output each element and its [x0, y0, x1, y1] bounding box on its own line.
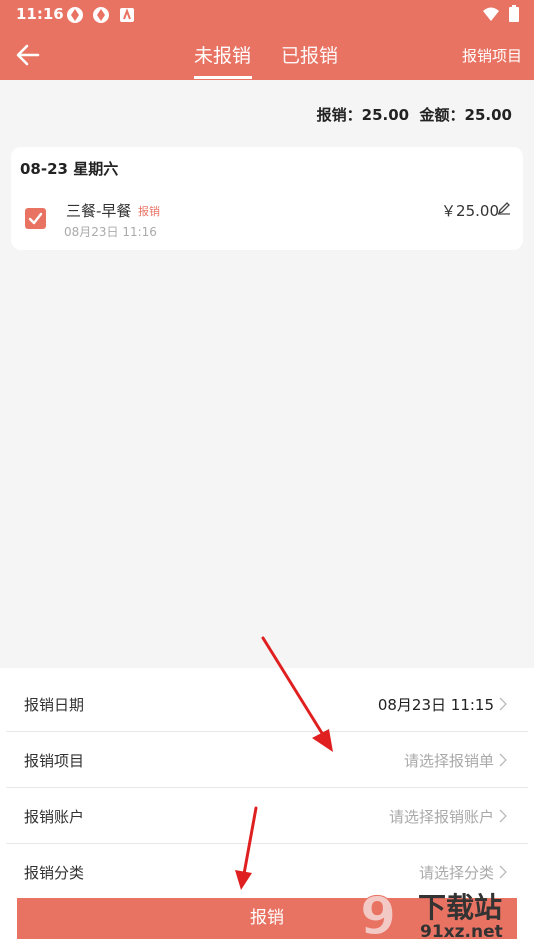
form-row-label: 报销分类 — [24, 864, 85, 882]
chevron-right-icon — [499, 809, 507, 823]
svg-text:9: 9 — [360, 887, 396, 942]
watermark-logo-icon: 9 — [360, 887, 397, 943]
android-icon — [120, 8, 134, 22]
arrow-left-icon[interactable] — [14, 42, 42, 68]
record-checkbox[interactable] — [25, 208, 46, 229]
reimbursement-project-button[interactable]: 报销项目 — [462, 45, 522, 66]
record-name[interactable]: 三餐-早餐 — [66, 200, 131, 221]
status-time: 11:16 — [16, 5, 64, 23]
battery-icon — [509, 5, 519, 22]
tab-unreimbursed[interactable]: 未报销 — [194, 41, 251, 68]
record-tag: 报销 — [138, 205, 160, 218]
group-date: 08-23 星期六 — [20, 160, 119, 178]
status-bar: 11:16 — [0, 0, 534, 30]
chevron-right-icon — [499, 865, 507, 879]
app-bar: 未报销 已报销 报销项目 — [0, 30, 534, 80]
app-notification-icon — [67, 7, 83, 23]
record-amount: ￥25.00 — [441, 202, 499, 220]
form-row-value: 请选择报销单 — [403, 752, 494, 770]
active-tab-indicator — [194, 76, 252, 79]
form-row-account[interactable]: 报销账户 请选择报销账户 — [6, 788, 528, 844]
tab-reimbursed[interactable]: 已报销 — [281, 41, 338, 68]
wifi-icon — [483, 7, 499, 21]
form-row-label: 报销项目 — [24, 752, 85, 770]
form-row-value: 08月23日 11:15 — [377, 696, 494, 714]
form-row-value: 请选择报销账户 — [388, 808, 494, 826]
edit-icon[interactable] — [497, 201, 511, 215]
form-row-project[interactable]: 报销项目 请选择报销单 — [6, 732, 528, 788]
summary-totals: 报销：25.00 金额：25.00 — [316, 106, 512, 124]
form-row-value: 请选择分类 — [418, 864, 494, 882]
form-row-label: 报销日期 — [24, 696, 85, 714]
check-icon — [28, 212, 43, 225]
watermark-site: 91xz.net — [420, 922, 503, 942]
chevron-right-icon — [499, 697, 507, 711]
record-group-card: 08-23 星期六 三餐-早餐 报销 08月23日 11:16 ￥25.00 — [11, 147, 523, 250]
chevron-right-icon — [499, 753, 507, 767]
app-notification-icon — [93, 7, 109, 23]
form-row-date[interactable]: 报销日期 08月23日 11:15 — [6, 676, 528, 732]
watermark-title: 下载站 — [418, 891, 503, 924]
form-row-label: 报销账户 — [24, 808, 85, 826]
record-time: 08月23日 11:16 — [64, 225, 157, 239]
site-watermark: 9 下载站 91xz.net — [358, 884, 528, 944]
